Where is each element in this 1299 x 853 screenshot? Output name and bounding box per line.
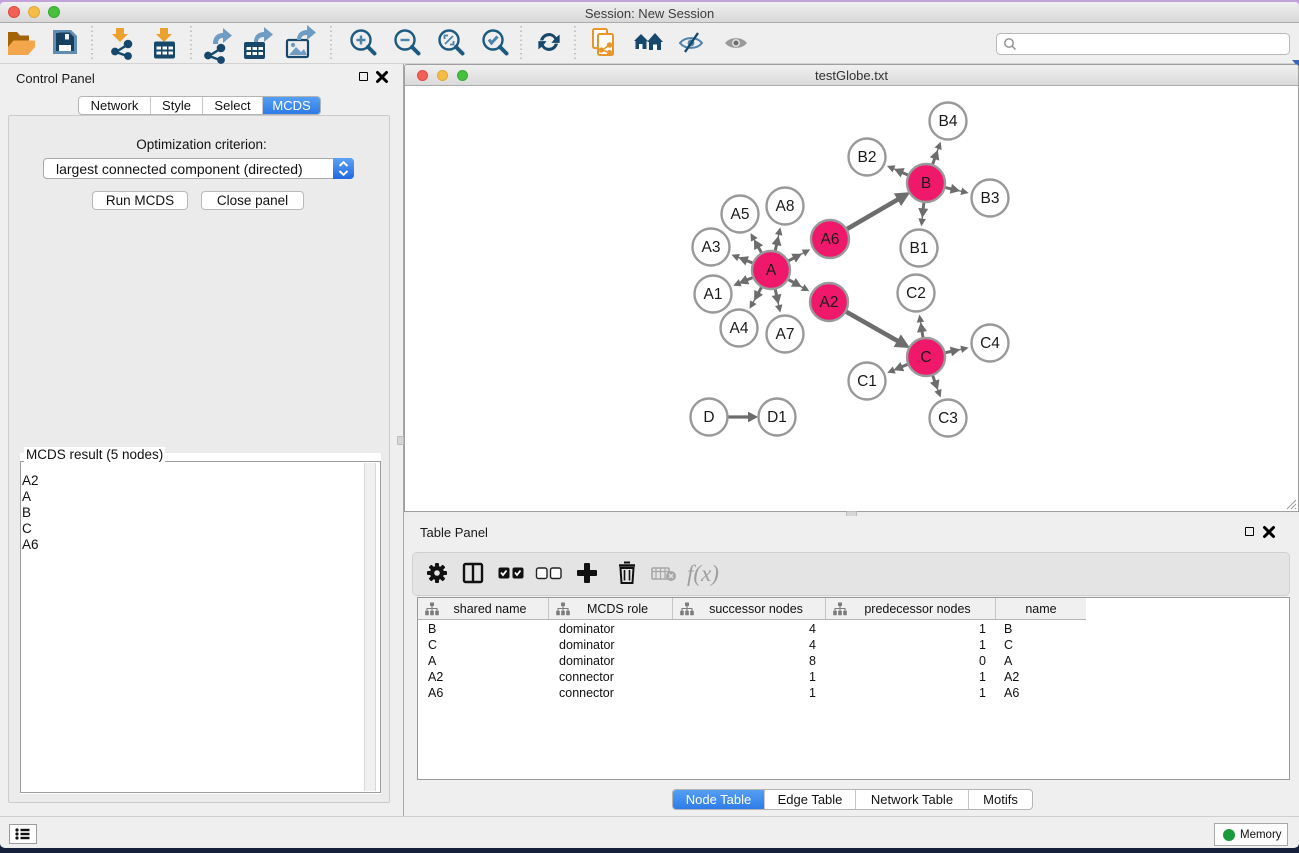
svg-text:A4: A4 bbox=[730, 320, 749, 337]
svg-text:A1: A1 bbox=[704, 286, 723, 303]
svg-text:C2: C2 bbox=[906, 285, 926, 302]
svg-text:C: C bbox=[920, 349, 931, 366]
svg-text:D: D bbox=[703, 409, 714, 426]
svg-text:A8: A8 bbox=[776, 198, 795, 215]
svg-text:C4: C4 bbox=[980, 335, 1000, 352]
svg-text:B1: B1 bbox=[910, 240, 929, 257]
svg-text:B4: B4 bbox=[939, 113, 958, 130]
svg-text:A2: A2 bbox=[820, 294, 839, 311]
svg-text:f(x): f(x) bbox=[687, 561, 719, 586]
svg-text:C3: C3 bbox=[938, 410, 958, 427]
svg-text:A7: A7 bbox=[776, 326, 795, 343]
svg-text:B: B bbox=[921, 175, 931, 192]
svg-text:D1: D1 bbox=[767, 409, 787, 426]
svg-text:C1: C1 bbox=[857, 373, 877, 390]
svg-text:B2: B2 bbox=[858, 149, 877, 166]
svg-text:B3: B3 bbox=[981, 190, 1000, 207]
svg-text:A5: A5 bbox=[731, 206, 750, 223]
svg-text:A: A bbox=[766, 262, 777, 279]
svg-text:A6: A6 bbox=[821, 231, 840, 248]
svg-text:A3: A3 bbox=[702, 239, 721, 256]
